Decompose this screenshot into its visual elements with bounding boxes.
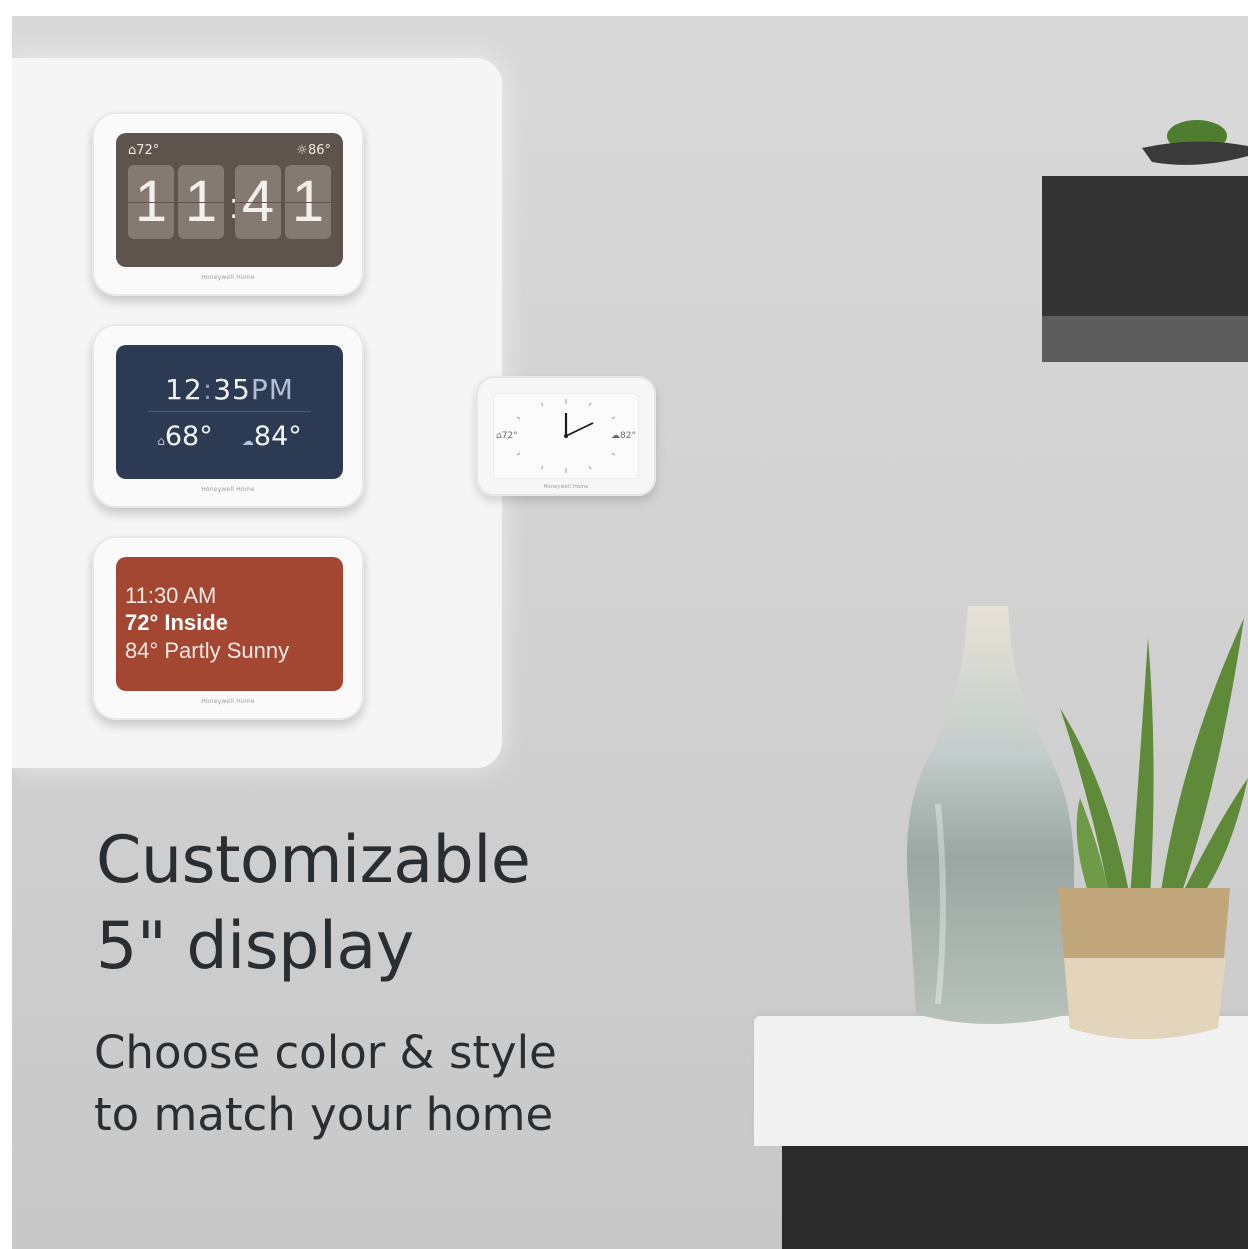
rust-outdoor: 84° Partly Sunny xyxy=(125,638,290,663)
headline-line-1: Customizable xyxy=(96,823,531,898)
partly-cloudy-icon: ☁ xyxy=(241,434,254,448)
ad-canvas: ⌂72° ☼86° 1 1 : 4 1 Honeywell Home 12:35… xyxy=(0,0,1248,1249)
headline-line-2: 5" display xyxy=(96,909,414,984)
display-options-panel: ⌂72° ☼86° 1 1 : 4 1 Honeywell Home 12:35… xyxy=(12,58,502,768)
analog-indoor-temp: ⌂72° xyxy=(496,431,518,441)
flip-digit: 1 xyxy=(128,165,174,239)
brand-label: Honeywell Home xyxy=(201,486,255,493)
analog-outdoor-temp: ☁82° xyxy=(611,431,636,441)
partly-cloudy-icon: ☁ xyxy=(611,431,621,441)
brand-label: Honeywell Home xyxy=(201,698,255,705)
subheadline-line-2: to match your home xyxy=(94,1088,554,1141)
wall-shelf xyxy=(1042,176,1248,326)
digital-thermostat-navy: 12:35PM ⌂68° ☁84° Honeywell Home xyxy=(92,324,364,508)
rust-time: 11:30 AM xyxy=(125,583,217,608)
wall-scene: ⌂72° ☼86° 1 1 : 4 1 Honeywell Home 12:35… xyxy=(12,16,1248,1249)
flip-digit: 4 xyxy=(235,165,281,239)
home-icon: ⌂ xyxy=(157,434,165,448)
flip-digits: 1 1 : 4 1 xyxy=(128,165,331,239)
cabinet xyxy=(782,1146,1248,1249)
wall-shelf-edge xyxy=(1042,316,1248,362)
analog-clock-thermostat: ⌂72° ☁82° Honeywell Home xyxy=(476,376,656,496)
text-thermostat-rust: 11:30 AM 72° Inside 84° Partly Sunny Hon… xyxy=(92,536,364,720)
divider xyxy=(148,411,311,412)
headline: Customizable 5" display xyxy=(96,818,531,990)
rust-indoor: 72° Inside xyxy=(125,610,228,635)
navy-time: 12:35PM xyxy=(165,373,294,406)
navy-temps: ⌂68° ☁84° xyxy=(157,421,302,452)
snake-plant xyxy=(1058,618,1248,1039)
subheadline-line-1: Choose color & style xyxy=(94,1026,557,1079)
flip-indoor-temp: ⌂72° xyxy=(128,143,160,158)
flip-clock-thermostat: ⌂72° ☼86° 1 1 : 4 1 Honeywell Home xyxy=(92,112,364,296)
subheadline: Choose color & style to match your home xyxy=(94,1022,557,1146)
flip-digit: 1 xyxy=(178,165,224,239)
flip-digit: 1 xyxy=(285,165,331,239)
partly-sunny-icon: ☼ xyxy=(296,143,308,158)
navy-screen: 12:35PM ⌂68° ☁84° xyxy=(116,345,343,479)
flip-status-row: ⌂72° ☼86° xyxy=(128,143,331,158)
rust-screen: 11:30 AM 72° Inside 84° Partly Sunny xyxy=(116,557,343,691)
flip-outdoor-temp: ☼86° xyxy=(296,143,331,158)
analog-screen: ⌂72° ☁82° xyxy=(493,393,639,479)
flip-clock-screen: ⌂72° ☼86° 1 1 : 4 1 xyxy=(116,133,343,267)
moss-bowl xyxy=(1142,120,1248,165)
brand-label: Honeywell Home xyxy=(201,274,255,281)
brand-label: Honeywell Home xyxy=(543,484,589,490)
